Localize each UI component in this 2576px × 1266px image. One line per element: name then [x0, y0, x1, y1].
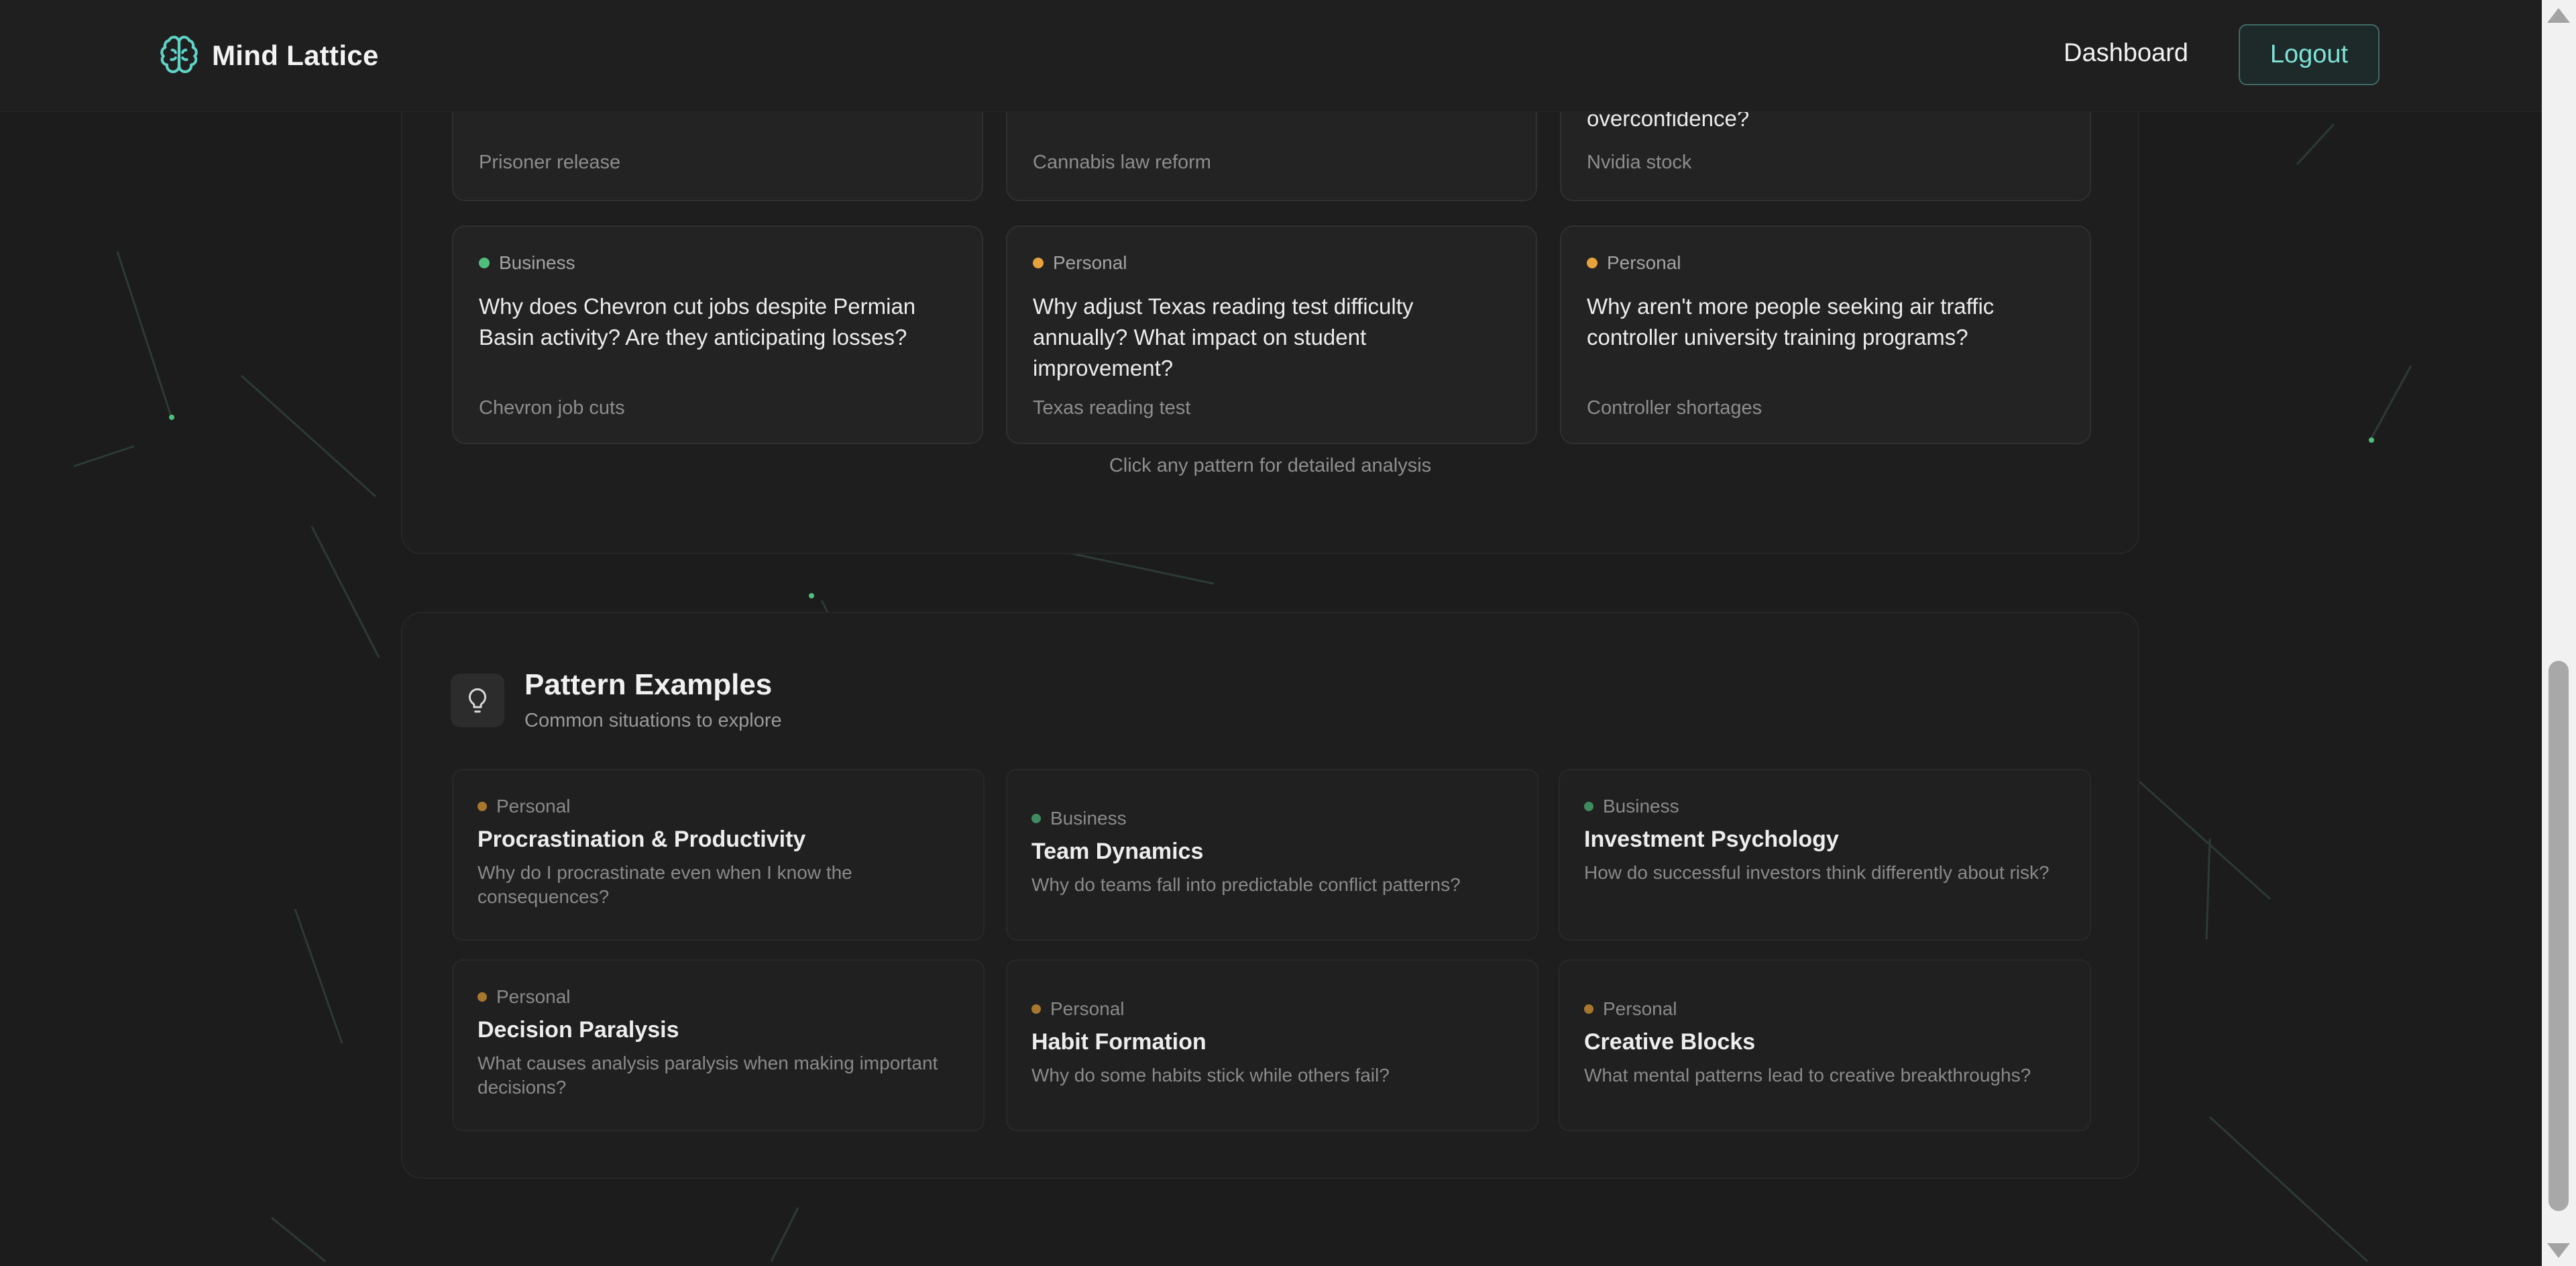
scrollbar-thumb[interactable] [2549, 661, 2569, 1211]
category-tag: Personal [1587, 252, 1681, 274]
example-card[interactable]: Personal Habit Formation Why do some hab… [1006, 959, 1538, 1131]
example-description: How do successful investors think differ… [1584, 862, 2050, 883]
brain-icon [158, 34, 200, 78]
category-tag: Business [479, 252, 575, 274]
business-dot-icon [1584, 802, 1593, 811]
category-tag: Personal [478, 796, 959, 817]
example-card[interactable]: Personal Decision Paralysis What causes … [452, 959, 985, 1131]
category-label: Business [499, 252, 575, 273]
example-title: Investment Psychology [1584, 827, 1839, 852]
pattern-question: Why adjust Texas reading test difficulty… [1033, 294, 1414, 380]
example-card[interactable]: Business Team Dynamics Why do teams fall… [1006, 769, 1538, 941]
analysis-hint: Click any pattern for detailed analysis [1109, 455, 1432, 476]
category-tag: Personal [1584, 998, 2066, 1020]
pattern-question: Why does Chevron cut jobs despite Permia… [479, 294, 916, 350]
pattern-topic: Prisoner release [479, 152, 621, 173]
scroll-down-arrow-icon[interactable] [2547, 1243, 2570, 1258]
category-label: Business [1603, 796, 1679, 816]
example-card[interactable]: Personal Procrastination & Productivity … [452, 769, 985, 941]
example-description: Why do some habits stick while others fa… [1031, 1065, 1390, 1086]
pattern-card[interactable]: Business Why does Chevron cut jobs despi… [452, 225, 983, 444]
section-subtitle: Common situations to explore [524, 710, 782, 731]
category-tag: Personal [1033, 252, 1127, 274]
pattern-card[interactable]: Personal Why adjust Texas reading test d… [1006, 225, 1537, 444]
pattern-topic: Texas reading test [1033, 397, 1191, 419]
pattern-topic: Cannabis law reform [1033, 152, 1211, 173]
personal-dot-icon [1584, 1004, 1593, 1014]
category-tag: Business [1031, 808, 1513, 829]
example-title: Habit Formation [1031, 1029, 1207, 1055]
personal-dot-icon [1587, 258, 1598, 268]
page-scrollbar[interactable] [2542, 0, 2576, 1266]
app-title: Mind Lattice [212, 40, 379, 71]
personal-dot-icon [1031, 1004, 1041, 1014]
example-title: Creative Blocks [1584, 1029, 1756, 1055]
personal-dot-icon [1033, 258, 1044, 268]
example-description: Why do I procrastinate even when I know … [478, 862, 852, 907]
business-dot-icon [1031, 814, 1041, 823]
category-label: Personal [496, 986, 571, 1007]
category-label: Personal [1053, 252, 1127, 273]
example-description: What causes analysis paralysis when maki… [478, 1053, 938, 1098]
pattern-topic: Controller shortages [1587, 397, 1762, 419]
category-tag: Personal [478, 986, 959, 1008]
category-label: Personal [1050, 998, 1125, 1019]
example-card[interactable]: Business Investment Psychology How do su… [1559, 769, 2091, 941]
logout-button[interactable]: Logout [2239, 24, 2379, 85]
pattern-examples-panel: Pattern Examples Common situations to ex… [401, 612, 2139, 1179]
top-navbar: Mind Lattice Dashboard Logout [0, 0, 2542, 112]
category-label: Personal [1603, 998, 1677, 1019]
category-label: Business [1050, 808, 1127, 829]
section-title: Pattern Examples [524, 668, 773, 701]
example-title: Procrastination & Productivity [478, 827, 806, 852]
category-label: Personal [496, 796, 571, 816]
dashboard-link[interactable]: Dashboard [2064, 39, 2188, 68]
personal-dot-icon [478, 992, 487, 1002]
example-description: Why do teams fall into predictable confl… [1031, 874, 1461, 895]
business-dot-icon [479, 258, 490, 268]
example-card[interactable]: Personal Creative Blocks What mental pat… [1559, 959, 2091, 1131]
personal-dot-icon [478, 802, 487, 811]
pattern-card[interactable]: Personal Why aren't more people seeking … [1560, 225, 2091, 444]
example-title: Decision Paralysis [478, 1017, 679, 1043]
category-tag: Personal [1031, 998, 1513, 1020]
scroll-up-arrow-icon[interactable] [2547, 8, 2570, 23]
category-tag: Business [1584, 796, 2066, 817]
pattern-question: Why aren't more people seeking air traff… [1587, 294, 1995, 350]
pattern-topic: Nvidia stock [1587, 152, 1692, 173]
example-title: Team Dynamics [1031, 839, 1204, 864]
category-label: Personal [1607, 252, 1681, 273]
lightbulb-icon [451, 674, 504, 727]
brand-logo-link[interactable]: Mind Lattice [158, 32, 379, 79]
example-description: What mental patterns lead to creative br… [1584, 1065, 2031, 1086]
pattern-topic: Chevron job cuts [479, 397, 625, 419]
